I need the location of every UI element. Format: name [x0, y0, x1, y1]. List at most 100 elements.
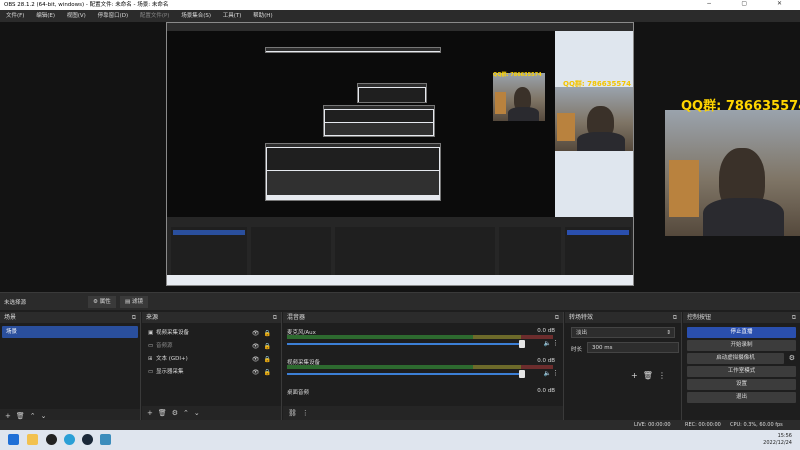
transition-select[interactable]: 淡出 ⇕	[571, 327, 675, 338]
volume-fader[interactable]	[287, 343, 521, 345]
more-icon[interactable]: ⋮	[302, 406, 309, 420]
gear-icon: ⚙	[93, 299, 98, 305]
start-icon[interactable]	[8, 434, 19, 445]
menu-edit[interactable]: 编辑(E)	[36, 13, 55, 19]
nested-capture-4	[265, 47, 441, 53]
edge-icon[interactable]	[64, 434, 75, 445]
studio-mode-button[interactable]: 工作室模式	[687, 366, 796, 377]
more-icon[interactable]: ⋮	[658, 371, 666, 380]
visibility-lock-icons[interactable]: 👁🔒	[252, 353, 275, 366]
mixer-channel: 麦克风/Aux 0.0 dB 🔈 ⋮	[287, 328, 559, 348]
speaker-icon[interactable]: 🔈	[544, 370, 551, 377]
fader-knob[interactable]	[519, 340, 525, 348]
speaker-icon[interactable]: 🔈	[544, 340, 551, 347]
captured-titlebar	[167, 23, 633, 31]
menu-tools[interactable]: 工具(T)	[223, 13, 242, 19]
nested-capture-2	[323, 105, 435, 137]
menu-bar: 文件(F) 编辑(E) 视图(V) 停靠窗口(D) 配置文件(P) 场景集合(S…	[0, 10, 800, 22]
transitions-header: 转场特效 ⧉	[565, 312, 681, 323]
mixer-panel: 混音器 ⧉ 麦克风/Aux 0.0 dB 🔈 ⋮ 视频采集设备 0.0 dB 🔈 ⋮ 桌面…	[283, 312, 564, 420]
menu-help[interactable]: 帮助(H)	[253, 13, 272, 19]
mixer-header: 混音器 ⧉	[283, 312, 563, 323]
duration-label: 时长	[571, 347, 583, 353]
source-item[interactable]: ▣ 视频采集设备 👁🔒	[142, 327, 281, 340]
cpu-status: CPU: 0.3%, 60.00 fps	[730, 422, 783, 428]
link-icon[interactable]: ⛓	[288, 406, 297, 420]
menu-file[interactable]: 文件(F)	[6, 13, 24, 19]
more-icon[interactable]: ⋮	[552, 369, 559, 377]
camera-large	[665, 110, 800, 236]
steam-icon[interactable]	[82, 434, 93, 445]
source-item[interactable]: ⊞ 文本 (GDI+) 👁🔒	[142, 353, 281, 366]
rec-status: REC: 00:00:00	[685, 422, 721, 428]
nested-capture-1	[265, 143, 441, 201]
preview-canvas[interactable]: QQ群: 786635574 QQ群: 786635574 QQ群: 78663…	[0, 22, 800, 292]
volume-meter	[287, 335, 553, 339]
source-item[interactable]: ▭ 音频源 👁🔒	[142, 340, 281, 353]
camera-icon: ▣	[148, 330, 154, 336]
delete-icon[interactable]: 🗑	[643, 371, 653, 380]
live-status: LIVE: 00:00:00	[634, 422, 671, 428]
camera-medium	[555, 87, 633, 151]
source-item[interactable]: ▭ 显示器采集 👁🔒	[142, 366, 281, 379]
menu-view[interactable]: 视图(V)	[67, 13, 86, 19]
qq-overlay-medium: QQ群: 786635574	[563, 80, 631, 88]
menu-docks[interactable]: 停靠窗口(D)	[98, 13, 129, 19]
gear-icon[interactable]: ⚙	[789, 354, 795, 362]
add-icon[interactable]: +	[631, 371, 638, 380]
obs-icon[interactable]	[46, 434, 57, 445]
source-toolbar: 未选择源 ⚙ 属性 ▤ 滤镜	[0, 292, 800, 310]
dock-undock-icon[interactable]: ⧉	[792, 312, 796, 323]
add-icon[interactable]: +	[147, 406, 153, 420]
captured-taskbar	[167, 275, 633, 285]
volume-fader[interactable]	[287, 373, 521, 375]
visibility-lock-icons[interactable]: 👁🔒	[252, 366, 275, 379]
controls-header: 控制按钮 ⧉	[683, 312, 800, 323]
visibility-lock-icons[interactable]: 👁🔒	[252, 327, 275, 340]
taskbar: 15:56 2022/12/24	[0, 430, 800, 450]
dock-undock-icon[interactable]: ⧉	[555, 312, 559, 323]
scene-item[interactable]: 场景	[2, 326, 138, 338]
controls-panel: 控制按钮 ⧉ 停止直播 开始录制 启动虚拟摄像机 ⚙ 工作室模式 设置 退出	[683, 312, 800, 420]
dock-undock-icon[interactable]: ⧉	[273, 312, 277, 323]
no-source-label: 未选择源	[4, 300, 27, 306]
scenes-header: 场景 ⧉	[0, 312, 140, 323]
exit-button[interactable]: 退出	[687, 392, 796, 403]
gear-icon[interactable]: ⚙	[172, 406, 178, 420]
delete-icon[interactable]: 🗑	[158, 406, 167, 420]
menu-profile[interactable]: 配置文件(P)	[140, 13, 170, 19]
system-clock[interactable]: 15:56 2022/12/24	[763, 433, 792, 447]
status-bar: LIVE: 00:00:00 REC: 00:00:00 CPU: 0.3%, …	[0, 420, 800, 430]
sources-header: 来源 ⧉	[142, 312, 281, 323]
window-title: OBS 28.1.2 (64-bit, windows) - 配置文件: 未命名…	[0, 0, 800, 10]
qq-overlay-large: QQ群: 786635574	[681, 99, 800, 114]
settings-button[interactable]: 设置	[687, 379, 796, 390]
window-controls[interactable]: − ▢ ✕	[706, 0, 796, 7]
folder-icon: ▭	[148, 343, 154, 349]
chevron-updown-icon: ⇕	[666, 330, 671, 336]
more-icon[interactable]: ⋮	[552, 339, 559, 347]
start-recording-button[interactable]: 开始录制	[687, 340, 796, 351]
duration-input[interactable]: 300 ms	[587, 342, 679, 353]
filters-button[interactable]: ▤ 滤镜	[120, 296, 148, 308]
camera-small-1	[493, 73, 545, 121]
properties-button[interactable]: ⚙ 属性	[88, 296, 116, 308]
stop-streaming-button[interactable]: 停止直播	[687, 327, 796, 338]
sources-panel: 来源 ⧉ ▣ 视频采集设备 👁🔒 ▭ 音频源 👁🔒 ⊞ 文本 (GDI+) 👁🔒 ▭ 显示器采集…	[142, 312, 282, 420]
display-capture: QQ群: 786635574 QQ群: 786635574	[166, 22, 634, 286]
mixer-channel: 视频采集设备 0.0 dB 🔈 ⋮	[287, 358, 559, 378]
sources-toolbar: + 🗑 ⚙ ⌃ ⌄	[142, 406, 281, 420]
app-icon[interactable]	[100, 434, 111, 445]
dock-undock-icon[interactable]: ⧉	[673, 312, 677, 323]
fader-knob[interactable]	[519, 370, 525, 378]
move-up-icon[interactable]: ⌃	[183, 406, 189, 420]
visibility-lock-icons[interactable]: 👁🔒	[252, 340, 275, 353]
virtual-camera-button[interactable]: 启动虚拟摄像机	[687, 353, 784, 364]
nested-capture-3	[357, 83, 427, 103]
folder-icon[interactable]	[27, 434, 38, 445]
transitions-panel: 转场特效 ⧉ 淡出 ⇕ 时长 300 ms + 🗑 ⋮	[565, 312, 682, 420]
dock-undock-icon[interactable]: ⧉	[132, 312, 136, 323]
move-down-icon[interactable]: ⌄	[194, 406, 200, 420]
volume-meter	[287, 365, 553, 369]
menu-scene-collection[interactable]: 场景集合(S)	[181, 13, 211, 19]
